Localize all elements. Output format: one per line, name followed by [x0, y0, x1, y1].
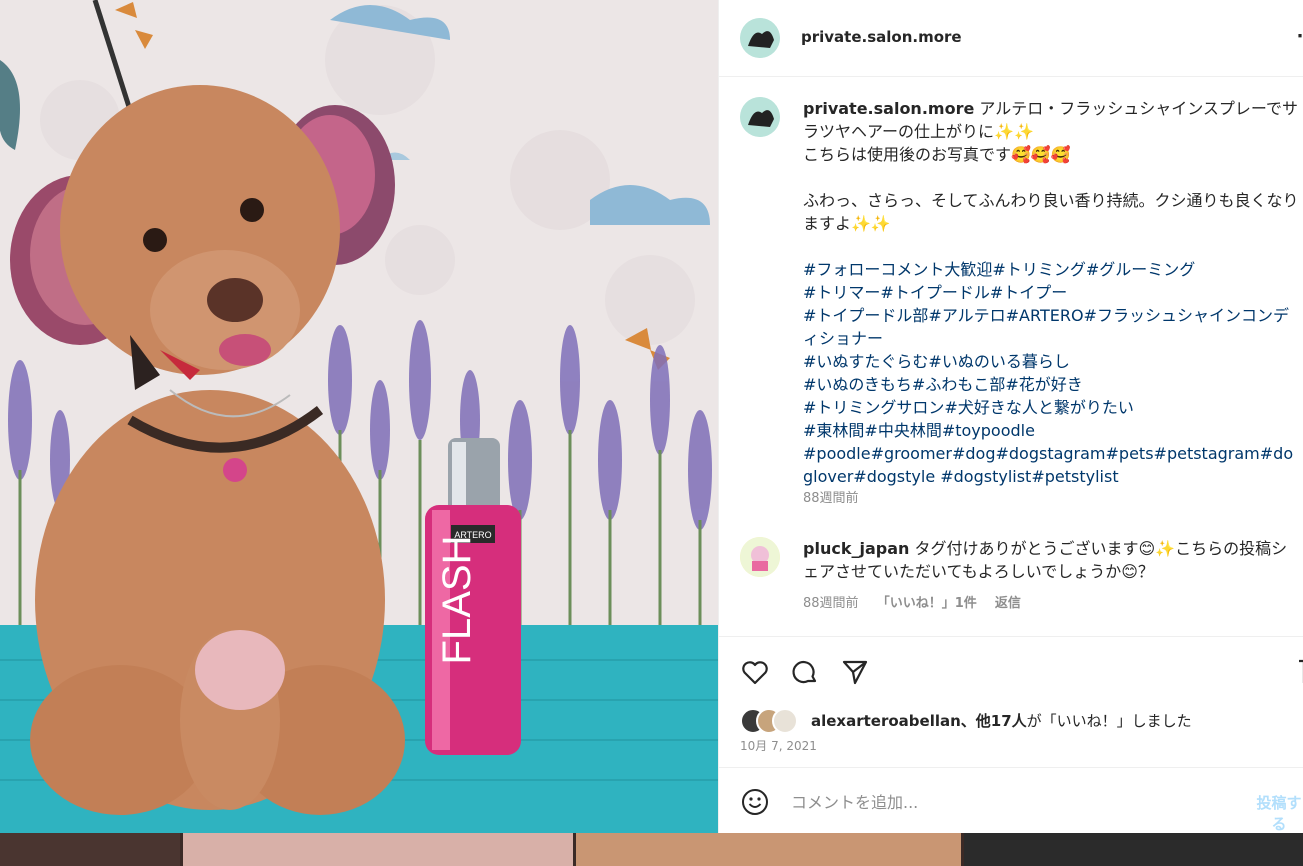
- post-photo[interactable]: FLASH ARTERO: [0, 0, 718, 833]
- caption-line2: こちらは使用後のお写真です🥰🥰🥰: [803, 145, 1071, 164]
- caption-text: private.salon.more アルテロ・フラッシュシャインスプレーでサラ…: [803, 97, 1303, 488]
- reply-comment: pluck_japan タグ付けありがとうございます😊✨こちらの投稿シェアさせて…: [803, 537, 1303, 583]
- caption-username[interactable]: private.salon.more: [803, 99, 974, 118]
- caption-timestamp[interactable]: 88週間前: [803, 487, 859, 506]
- heart-icon[interactable]: [740, 657, 770, 687]
- related-post-thumb[interactable]: [0, 833, 180, 866]
- post-actions: alexarteroabellan、他17人が「いいね！」しました 10月 7,…: [719, 636, 1303, 777]
- reply-likes[interactable]: 「いいね！」1件: [877, 596, 977, 611]
- post-header: private.salon.more ⋯: [719, 0, 1303, 77]
- liker-avatars[interactable]: [740, 708, 810, 734]
- caption-hashtags[interactable]: #フォローコメント大歓迎#トリミング#グルーミング #トリマー#トイプードル#ト…: [803, 260, 1293, 486]
- poodle-photo-illustration: FLASH ARTERO: [0, 0, 718, 833]
- emoji-icon[interactable]: [740, 787, 770, 817]
- caption-avatar[interactable]: [740, 97, 780, 137]
- reply-username[interactable]: pluck_japan: [803, 539, 909, 558]
- related-post-thumb[interactable]: [183, 833, 573, 866]
- more-icon[interactable]: ⋯: [1297, 28, 1303, 48]
- comment-bar: 投稿する: [719, 767, 1303, 834]
- post-panel: private.salon.more ⋯ private.salon.more …: [718, 0, 1303, 833]
- comment-input[interactable]: [789, 787, 1233, 817]
- likes-summary: alexarteroabellan、他17人が「いいね！」しました: [811, 710, 1192, 731]
- reply-timestamp[interactable]: 88週間前: [803, 596, 859, 611]
- likes-suffix: が「いいね！」しました: [1026, 712, 1192, 730]
- related-post-thumb[interactable]: [576, 833, 961, 866]
- related-post-thumb[interactable]: [964, 833, 1303, 866]
- share-icon[interactable]: [840, 657, 870, 687]
- likes-others[interactable]: 、他17人: [961, 712, 1027, 730]
- related-posts-strip: [0, 833, 1303, 866]
- post-date[interactable]: 10月 7, 2021: [740, 737, 817, 754]
- reply-avatar[interactable]: [740, 537, 780, 577]
- can-label: FLASH: [435, 536, 479, 665]
- liker-username[interactable]: alexarteroabellan: [811, 712, 961, 730]
- header-username[interactable]: private.salon.more: [801, 28, 962, 46]
- post-button[interactable]: 投稿する: [1254, 792, 1303, 834]
- reply-button[interactable]: 返信: [995, 596, 1021, 611]
- can-brand: ARTERO: [454, 530, 491, 540]
- caption-line3: ふわっ、さらっ、そしてふんわり良い香り持続。クシ通りも良くなりますよ✨✨: [803, 191, 1299, 233]
- comment-icon[interactable]: [790, 657, 820, 687]
- comments-section: private.salon.more アルテロ・フラッシュシャインスプレーでサラ…: [719, 77, 1303, 635]
- avatar[interactable]: [740, 18, 780, 58]
- save-icon[interactable]: [1297, 657, 1303, 687]
- liker-avatar[interactable]: [772, 708, 798, 734]
- reply-meta: 88週間前 「いいね！」1件 返信: [803, 592, 1035, 611]
